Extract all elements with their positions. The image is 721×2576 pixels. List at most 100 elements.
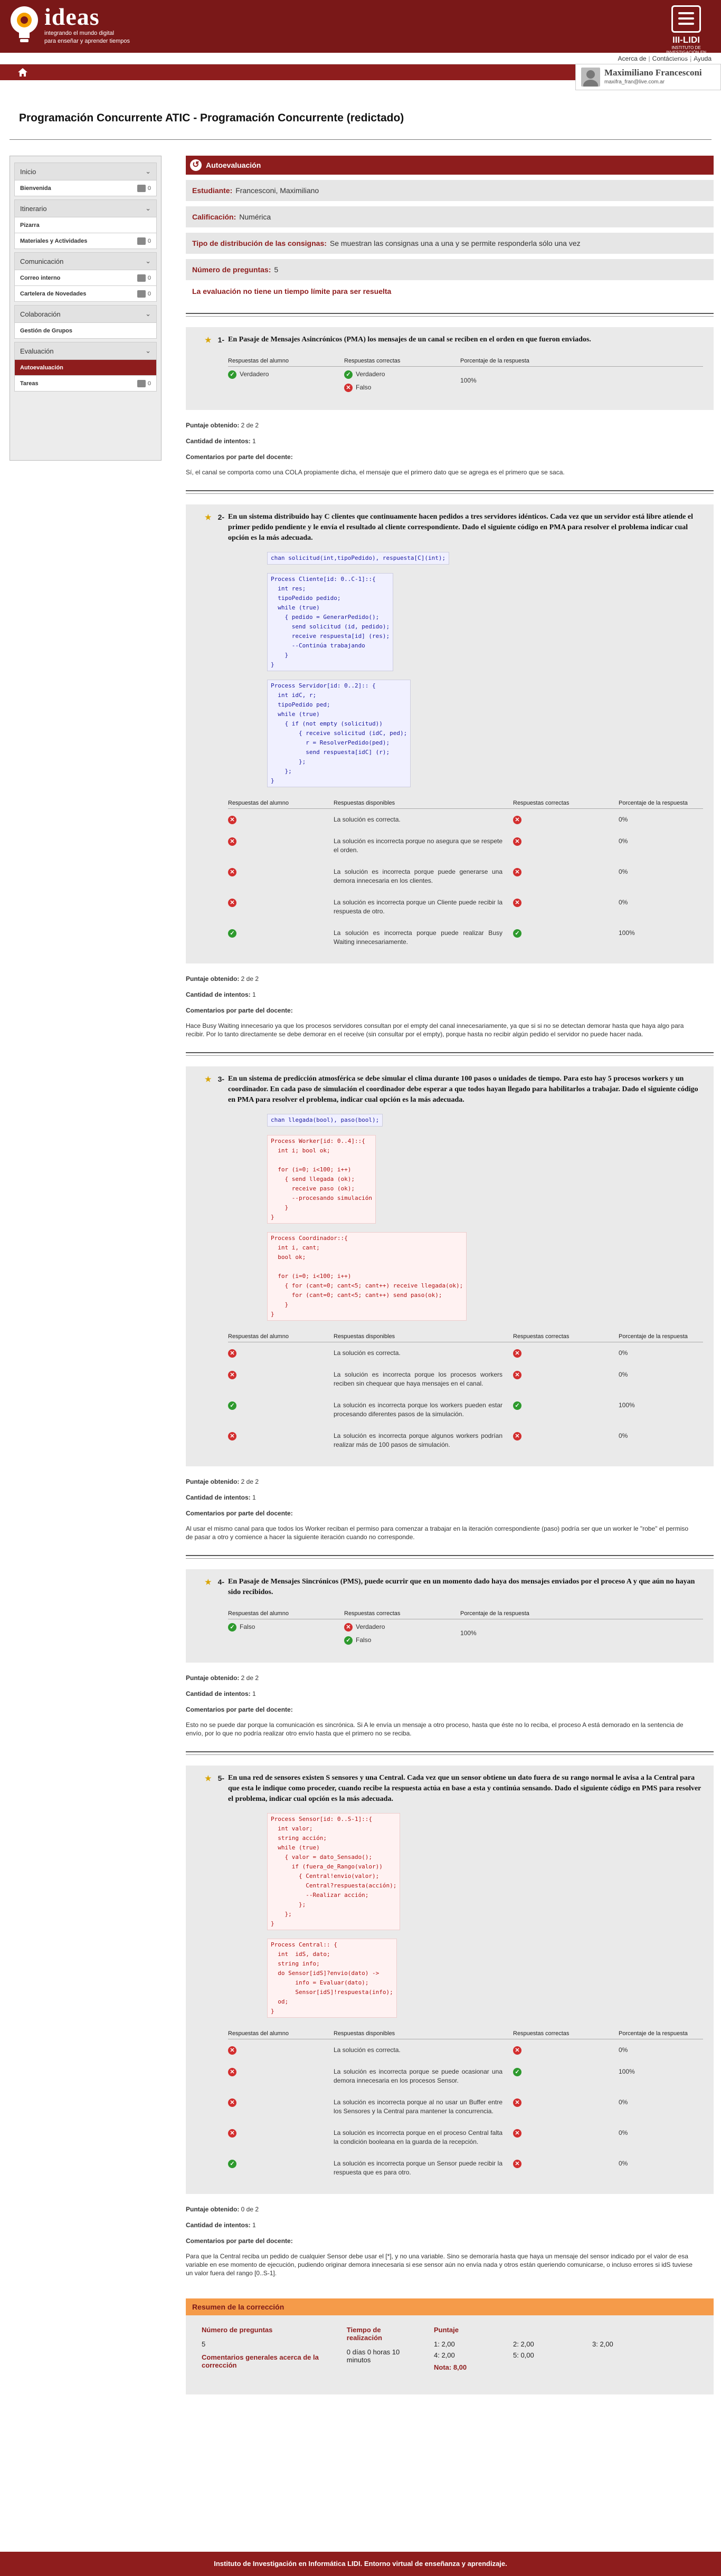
check-icon: ✓ [513,929,521,938]
cross-icon: ✕ [513,867,521,876]
question-number: ★ 5- [205,1774,225,1782]
answer-text: La solución es incorrecta porque no aseg… [334,837,502,854]
logo-tagline-2: para enseñar y aprender tiempos [44,38,130,44]
answer-text: La solución es incorrecta porque un Sens… [334,2160,502,2176]
score-value: 2 de 2 [241,1478,259,1485]
question-number: ★ 3- [205,1075,225,1083]
cross-icon: ✕ [228,2046,236,2055]
ideas-logo[interactable]: ideas integrando el mundo digital para e… [7,4,130,45]
home-icon[interactable] [18,68,27,77]
logo-tagline-1: integrando el mundo digital [44,30,115,36]
star-icon: ★ [205,513,212,521]
attempts-value: 1 [252,991,256,998]
summary-panel: Número de preguntas 5 Comentarios genera… [186,2315,714,2394]
sidebar-item-pizarra[interactable]: Pizarra [14,217,157,233]
answer-text: La solución es incorrecta porque puede r… [334,929,502,946]
distribution-row: Tipo de distribución de las consignas: Se… [186,233,714,254]
comments-label: Comentarios por parte del docente: [186,1510,293,1517]
edit-icon [137,237,146,245]
score-value: 2 de 2 [241,975,259,982]
summary-num-label: Número de preguntas [202,2326,273,2334]
section-header: ↺ Autoevaluación [186,156,714,175]
answer-row: ✓ Verdadero ✓ Verdadero ✕ Falso 100% [228,367,703,400]
answer-percent: 0% [619,1432,628,1439]
lidi-logo[interactable]: III-LIDI INSTITUTO DE INVESTIGACIÓN EN I… [661,5,711,60]
sidebar-item-grupos[interactable]: Gestión de Grupos [14,323,157,339]
cross-icon: ✕ [228,1432,236,1440]
correct-option: ✕ Falso [344,383,460,392]
answers-table: Respuestas del alumno Respuestas correcta… [228,356,703,399]
time-limit-note: La evaluación no tiene un tiempo límite … [186,283,714,299]
question-text: En una red de sensores existen S sensore… [228,1774,701,1803]
avatar [581,68,600,87]
sidebar-item-tareas[interactable]: Tareas 0 [14,376,157,392]
sidebar-section-itinerario[interactable]: Itinerario ⌄ [14,199,157,217]
about-link[interactable]: Acerca de [618,55,647,62]
back-icon[interactable]: ↺ [190,159,202,171]
sidebar-section-comunicacion[interactable]: Comunicación ⌄ [14,252,157,270]
star-icon: ★ [205,336,212,344]
answer-percent: 0% [619,816,628,823]
answer-percent: 0% [619,2098,628,2106]
teacher-feedback: Sí, el canal se comporta como una COLA p… [186,469,565,476]
chevron-down-icon: ⌄ [145,204,151,212]
score-value: 2 de 2 [241,422,259,429]
sidebar: Inicio ⌄ Bienvenida 0 Itinerario ⌄ Pizarra … [10,156,162,461]
answer-row: ✕ La solución es incorrecta porque alguno… [228,1425,703,1456]
code-block: Process Servidor[id: 0..2]:: { int idC, … [267,680,411,787]
cross-icon: ✕ [513,1370,521,1379]
answer-percent: 100% [619,929,635,937]
question-results: Puntaje obtenido: 0 de 2 Cantidad de inte… [186,2194,714,2277]
attempts-label: Cantidad de intentos: [186,991,252,998]
question-block: ★ 2- En un sistema distribuido hay C clien… [186,504,714,963]
cross-icon: ✕ [344,1623,353,1632]
sidebar-item-autoevaluacion[interactable]: Autoevaluación [14,360,157,376]
check-icon: ✓ [513,1401,521,1410]
sidebar-item-cartelera[interactable]: Cartelera de Novedades 0 [14,286,157,302]
sidebar-section-inicio[interactable]: Inicio ⌄ [14,163,157,180]
question-number: ★ 2- [205,513,225,521]
answer-row: ✓ La solución es incorrecta porque puede … [228,922,703,953]
edit-icon [137,290,146,298]
top-links: Acerca de | Contáctenos | Ayuda [0,53,721,64]
answer-row: ✕ La solución es correcta. ✕ 0% [228,2039,703,2062]
logo-name: ideas [44,3,100,30]
answers-table: Respuestas del alumno Respuestas disponib… [228,798,703,953]
cross-icon: ✕ [513,898,521,907]
question-results: Puntaje obtenido: 2 de 2 Cantidad de inte… [186,1466,714,1541]
final-grade: Nota: 8,00 [434,2363,467,2371]
score-item: 1: 2,00 [434,2340,455,2348]
answer-row: ✕ La solución es incorrecta porque se pue… [228,2061,703,2092]
score-label: Puntaje obtenido: [186,1674,241,1682]
question-results: Puntaje obtenido: 2 de 2 Cantidad de inte… [186,410,714,476]
summary-score-label: Puntaje [434,2326,459,2334]
score-label: Puntaje obtenido: [186,422,241,429]
code-block: Process Worker[id: 0..4]::{ int i; bool … [267,1135,376,1224]
nav-bar: Maximiliano Francesconi maxifra_fran@liv… [0,64,721,90]
score-value: 2 de 2 [241,1674,259,1682]
question-number: ★ 4- [205,1578,225,1586]
answer-text: La solución es incorrecta porque los wor… [334,1401,502,1418]
sidebar-item-bienvenida[interactable]: Bienvenida 0 [14,180,157,196]
teacher-feedback: Para que la Central reciba un pedido de … [186,2253,692,2277]
answers-table: Respuestas del alumno Respuestas correcta… [228,1608,703,1652]
question-results: Puntaje obtenido: 2 de 2 Cantidad de inte… [186,963,714,1038]
sidebar-section-colaboracion[interactable]: Colaboración ⌄ [14,305,157,323]
code-block: Process Coordinador::{ int i, cant; bool… [267,1232,467,1321]
comments-label: Comentarios por parte del docente: [186,1706,293,1713]
question-results: Puntaje obtenido: 2 de 2 Cantidad de inte… [186,1663,714,1738]
attempts-value: 1 [252,2221,256,2229]
user-box[interactable]: Maximiliano Francesconi maxifra_fran@liv… [575,64,721,90]
answer-text: La solución es incorrecta porque los pro… [334,1371,502,1387]
sidebar-item-correo[interactable]: Correo interno 0 [14,270,157,286]
answer-text: La solución es incorrecta porque puede g… [334,868,502,884]
answer-percent: 100% [619,1401,635,1409]
sidebar-item-materiales[interactable]: Materiales y Actividades 0 [14,233,157,249]
cross-icon: ✕ [513,2098,521,2107]
answer-row: ✕ La solución es incorrecta porque un Cli… [228,892,703,922]
cross-icon: ✕ [228,867,236,876]
comments-label: Comentarios por parte del docente: [186,2237,293,2245]
code-block: chan llegada(bool), paso(bool); [267,1114,383,1127]
sidebar-section-evaluacion[interactable]: Evaluación ⌄ [14,342,157,360]
answer-percent: 0% [619,899,628,906]
